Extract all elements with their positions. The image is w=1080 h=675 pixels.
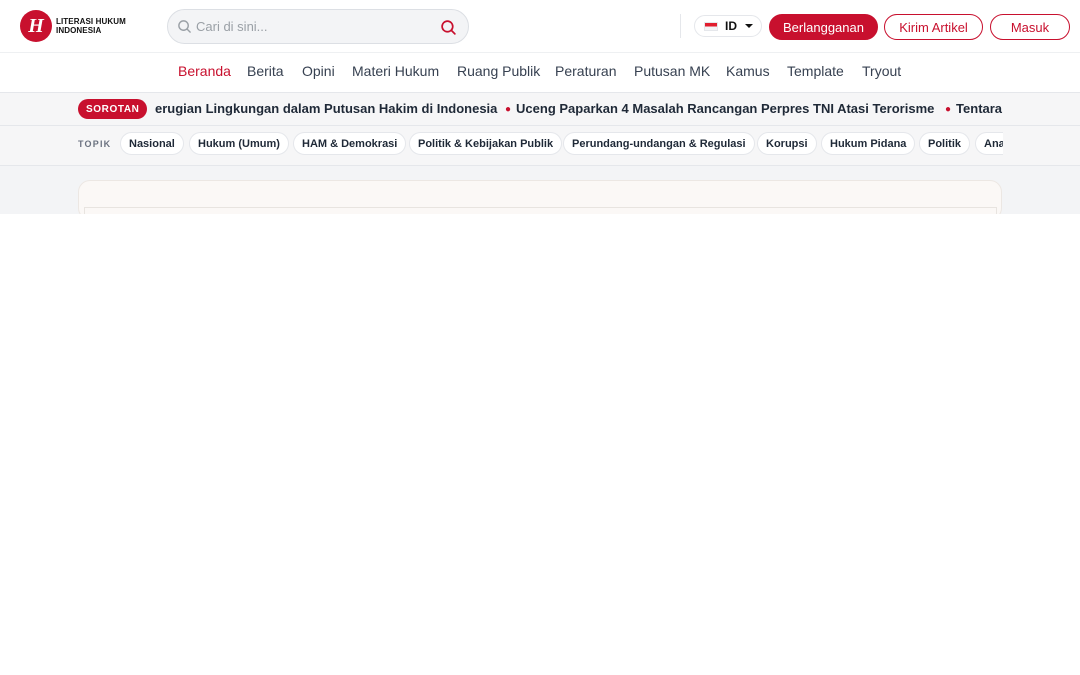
nav-item-template[interactable]: Template bbox=[787, 63, 844, 79]
submit-article-button[interactable]: Kirim Artikel bbox=[884, 14, 983, 40]
language-selector[interactable]: ID bbox=[694, 15, 762, 37]
language-code: ID bbox=[725, 19, 737, 33]
news-ticker: erugian Lingkungan dalam Putusan Hakim d… bbox=[147, 93, 1003, 125]
topic-chip[interactable]: Hukum Pidana bbox=[821, 132, 916, 155]
topic-chip[interactable]: Perundang-undangan & Regulasi bbox=[563, 132, 755, 155]
nav-item-putusan-mk[interactable]: Putusan MK bbox=[634, 63, 710, 79]
ticker-item-text: Uceng Paparkan 4 Masalah Rancangan Perpr… bbox=[516, 101, 935, 116]
bullet-dot-icon: ● bbox=[945, 104, 952, 115]
logo-line-2: INDONESIA bbox=[56, 26, 102, 35]
subscribe-button[interactable]: Berlangganan bbox=[769, 14, 878, 40]
logo-text: LITERASI HUKUM INDONESIA bbox=[56, 17, 126, 35]
topic-chip[interactable]: Ana bbox=[975, 132, 1003, 155]
site-header: H LITERASI HUKUM INDONESIA ID Berlanggan… bbox=[0, 0, 1080, 53]
search-bar bbox=[167, 9, 469, 44]
nav-item-kamus[interactable]: Kamus bbox=[726, 63, 770, 79]
logo-mark: H bbox=[20, 10, 52, 42]
ticker-item[interactable]: ● Uceng Paparkan 4 Masalah Rancangan Perp… bbox=[505, 101, 934, 116]
nav-item-berita[interactable]: Berita bbox=[247, 63, 284, 79]
sorotan-bar: SOROTAN erugian Lingkungan dalam Putusan… bbox=[0, 92, 1080, 126]
ticker-item-text: Tentara bbox=[956, 101, 1003, 116]
header-divider bbox=[680, 14, 681, 38]
ticker-item[interactable]: ● Tentara bbox=[945, 101, 1002, 116]
nav-item-opini[interactable]: Opini bbox=[302, 63, 335, 79]
topic-chip[interactable]: Korupsi bbox=[757, 132, 817, 155]
topic-chip[interactable]: Politik & Kebijakan Publik bbox=[409, 132, 563, 155]
indonesia-flag-icon bbox=[704, 21, 718, 31]
nav-item-ruang-publik[interactable]: Ruang Publik bbox=[457, 63, 540, 79]
page-body bbox=[0, 214, 1080, 675]
nav-item-beranda[interactable]: Beranda bbox=[178, 63, 231, 79]
topic-chip[interactable]: HAM & Demokrasi bbox=[293, 132, 407, 155]
login-button[interactable]: Masuk bbox=[990, 14, 1070, 40]
search-submit-icon[interactable] bbox=[440, 19, 457, 36]
topic-bar: TOPIK Nasional Hukum (Umum) HAM & Demokr… bbox=[0, 126, 1080, 166]
topic-chip[interactable]: Politik bbox=[919, 132, 971, 155]
chevron-down-icon bbox=[745, 24, 753, 28]
topic-chips: Nasional Hukum (Umum) HAM & Demokrasi Po… bbox=[120, 132, 1003, 156]
nav-item-materi-hukum[interactable]: Materi Hukum bbox=[352, 63, 439, 79]
search-icon bbox=[178, 20, 191, 33]
sorotan-badge: SOROTAN bbox=[78, 99, 148, 119]
topic-label: TOPIK bbox=[78, 139, 112, 149]
search-input[interactable] bbox=[196, 10, 436, 43]
ticker-item[interactable]: erugian Lingkungan dalam Putusan Hakim d… bbox=[155, 101, 497, 116]
nav-item-tryout[interactable]: Tryout bbox=[862, 63, 901, 79]
nav-item-peraturan[interactable]: Peraturan bbox=[555, 63, 616, 79]
bullet-dot-icon: ● bbox=[505, 104, 512, 115]
main-nav: Beranda Berita Opini Materi Hukum Ruang … bbox=[0, 53, 1080, 91]
logo-line-1: LITERASI HUKUM bbox=[56, 17, 126, 26]
topic-chip[interactable]: Hukum (Umum) bbox=[189, 132, 289, 155]
site-logo[interactable]: H LITERASI HUKUM INDONESIA bbox=[20, 10, 126, 42]
topic-chip[interactable]: Nasional bbox=[120, 132, 184, 155]
